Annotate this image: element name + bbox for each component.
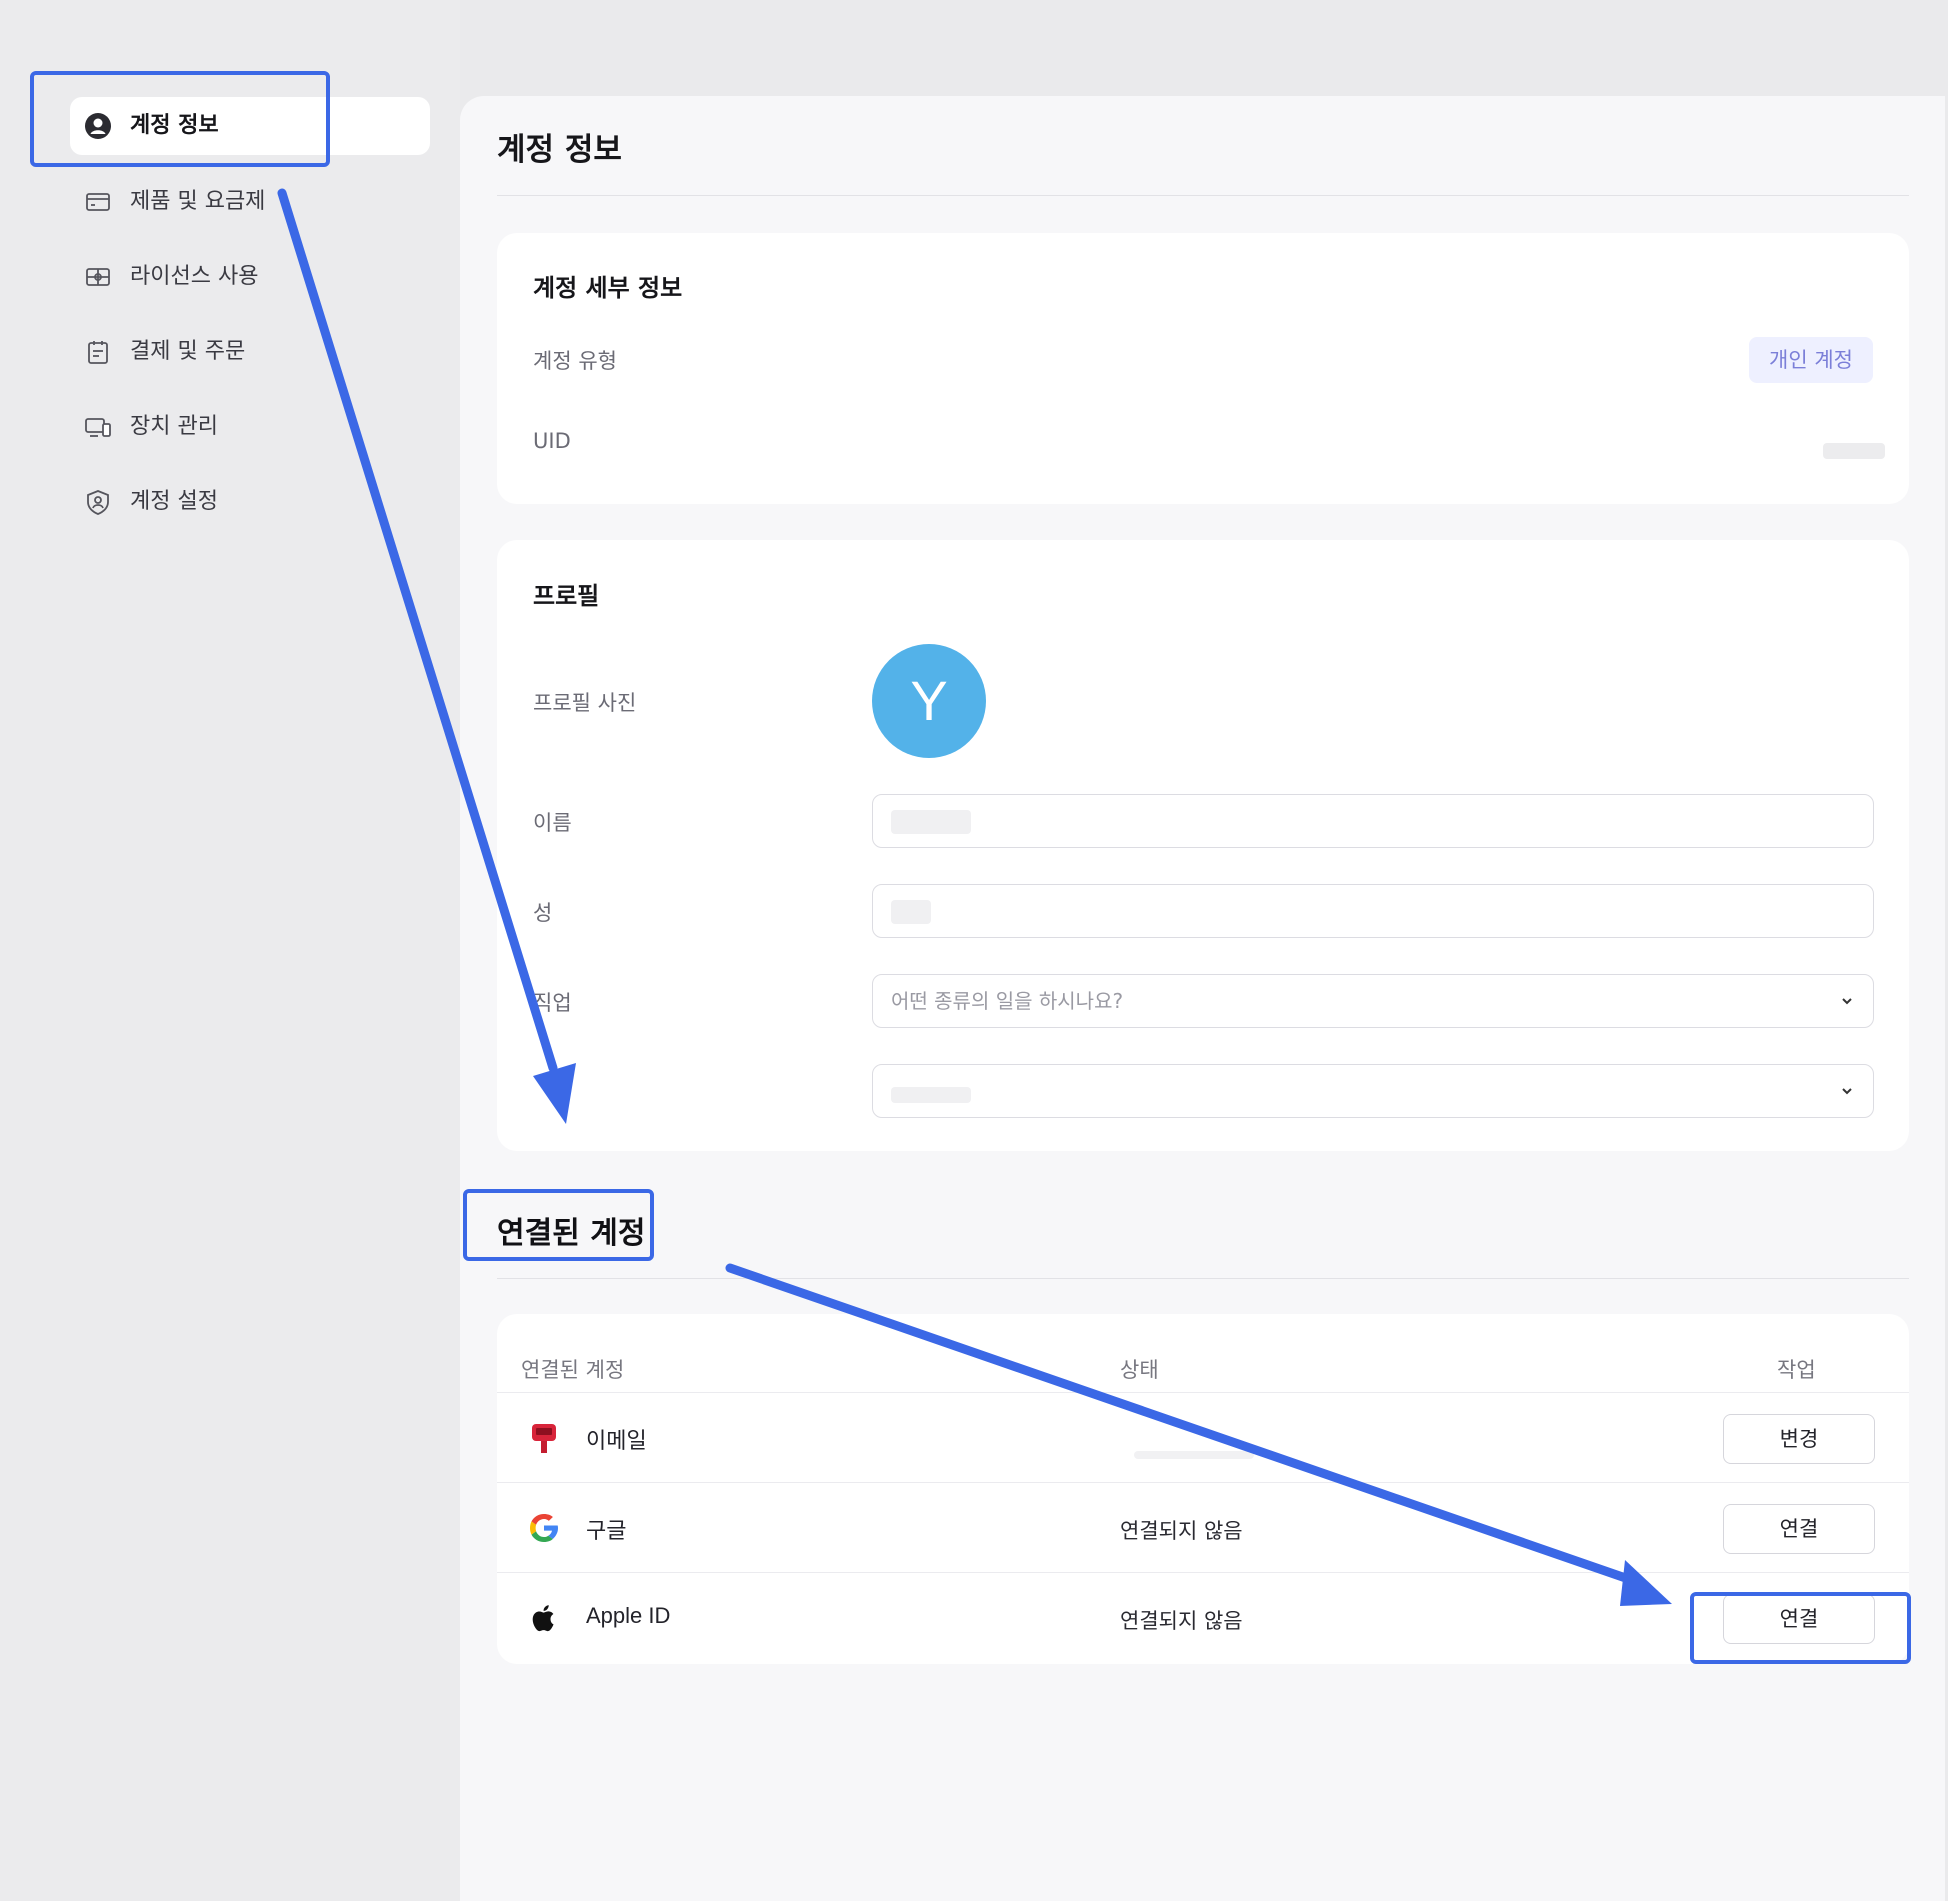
sidebar-item-device-management[interactable]: 장치 관리	[70, 398, 430, 456]
table-row: 구글 연결되지 않음 연결	[497, 1482, 1909, 1573]
annotation-highlight-connect-button	[1690, 1592, 1911, 1664]
avatar[interactable]: Y	[872, 644, 986, 758]
redacted-value	[891, 810, 971, 834]
column-header-status: 상태	[1120, 1358, 1159, 1382]
divider	[497, 195, 1909, 196]
page-title: 계정 정보	[497, 132, 622, 168]
account-details-title: 계정 세부 정보	[533, 274, 683, 302]
redacted-value	[891, 900, 931, 924]
account-name: 이메일	[586, 1429, 647, 1454]
last-name-field[interactable]	[872, 884, 1874, 938]
sidebar-item-label: 계정 설정	[130, 489, 218, 514]
column-header-action: 작업	[1777, 1358, 1816, 1382]
clipboard-icon	[84, 338, 112, 366]
sidebar-item-billing-orders[interactable]: 결제 및 주문	[70, 323, 430, 381]
job-label: 직업	[533, 991, 572, 1015]
account-details-card: 계정 세부 정보 계정 유형 개인 계정 UID	[497, 233, 1909, 504]
change-email-button[interactable]: 변경	[1723, 1414, 1875, 1464]
sidebar-item-account-settings[interactable]: 계정 설정	[70, 473, 430, 531]
account-name: Apple ID	[586, 1603, 671, 1628]
sidebar-item-label: 결제 및 주문	[130, 339, 246, 364]
profile-photo-label: 프로필 사진	[533, 691, 637, 715]
job-placeholder: 어떤 종류의 일을 하시나요?	[891, 989, 1124, 1013]
profile-title: 프로필	[533, 582, 600, 610]
chevron-down-icon	[1839, 1083, 1855, 1099]
last-name-label: 성	[533, 901, 553, 925]
devices-icon	[84, 413, 112, 441]
column-header-account: 연결된 계정	[521, 1358, 625, 1382]
sidebar-item-products-plans[interactable]: 제품 및 요금제	[70, 173, 430, 231]
first-name-field[interactable]	[872, 794, 1874, 848]
status-text: 연결되지 않음	[1120, 1519, 1243, 1543]
table-row: 이메일 변경	[497, 1392, 1909, 1483]
account-name: 구글	[586, 1519, 627, 1544]
redacted-value	[891, 1087, 971, 1103]
connect-google-button[interactable]: 연결	[1723, 1504, 1875, 1554]
google-icon	[527, 1511, 561, 1545]
annotation-highlight-section	[463, 1189, 654, 1261]
status-text: 연결되지 않음	[1120, 1609, 1243, 1633]
account-type-label: 계정 유형	[533, 349, 617, 373]
additional-select[interactable]	[872, 1064, 1874, 1118]
sidebar-item-label: 제품 및 요금제	[130, 189, 266, 214]
sidebar-item-license-usage[interactable]: 라이선스 사용	[70, 248, 430, 306]
account-type-badge: 개인 계정	[1749, 337, 1873, 383]
uid-label: UID	[533, 429, 571, 453]
apple-icon	[527, 1601, 561, 1635]
profile-card: 프로필 프로필 사진 Y 이름 성 직업 어떤 종류의 일을 하시나요?	[497, 540, 1909, 1151]
card-icon	[84, 188, 112, 216]
sidebar-item-label: 라이선스 사용	[130, 264, 259, 289]
chevron-down-icon	[1839, 993, 1855, 1009]
shield-user-icon	[84, 488, 112, 516]
mailbox-icon	[527, 1421, 561, 1455]
license-icon	[84, 263, 112, 291]
sidebar-item-label: 장치 관리	[130, 414, 218, 439]
uid-value-redacted	[1823, 443, 1885, 459]
sidebar: 계정 정보 제품 및 요금제 라이선스 사용 결제 및 주문 장치 관리 계정 …	[0, 0, 460, 1901]
divider	[497, 1278, 1909, 1279]
annotation-highlight-sidebar	[30, 71, 330, 167]
redacted-email	[1134, 1451, 1254, 1459]
first-name-label: 이름	[533, 811, 572, 835]
job-select[interactable]: 어떤 종류의 일을 하시나요?	[872, 974, 1874, 1028]
